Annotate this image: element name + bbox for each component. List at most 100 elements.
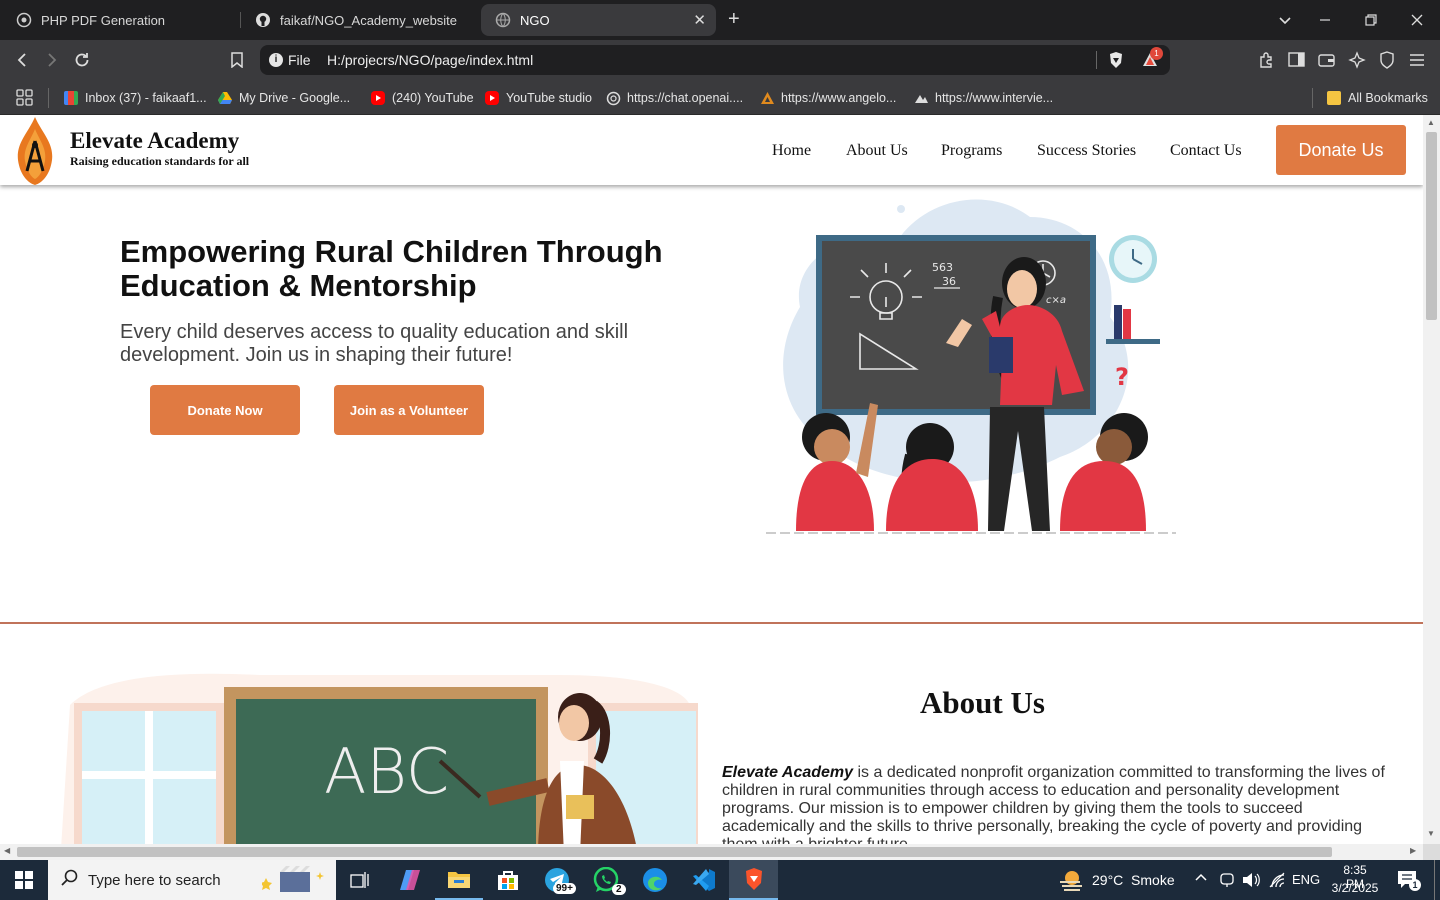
file-explorer-icon[interactable]	[435, 860, 483, 900]
scroll-right-icon[interactable]: ▶	[1410, 846, 1416, 855]
tab-ngo[interactable]: NGO ✕	[481, 4, 716, 36]
bookmark-openai[interactable]: https://chat.openai....	[606, 88, 743, 108]
search-placeholder: Type here to search	[88, 871, 221, 889]
drive-icon	[218, 91, 232, 105]
bookmark-gmail[interactable]: Inbox (37) - faikaaf1...	[64, 88, 207, 108]
weather-text[interactable]: 29°C Smoke	[1092, 872, 1175, 888]
volume-icon[interactable]	[1242, 871, 1260, 894]
clock-date[interactable]: 3/2/2025	[1330, 881, 1380, 895]
vpn-icon[interactable]	[1375, 48, 1399, 72]
whatsapp-badge: 2	[612, 884, 626, 895]
brand-tagline: Raising education standards for all	[70, 154, 250, 168]
vscode-icon[interactable]	[680, 860, 728, 900]
board-formula: c×a	[1046, 295, 1066, 306]
bookmark-interview[interactable]: https://www.intervie...	[914, 88, 1053, 108]
gmail-icon	[64, 91, 78, 105]
extensions-icon[interactable]	[1255, 48, 1279, 72]
reload-icon[interactable]	[70, 48, 94, 72]
scroll-up-icon[interactable]: ▲	[1427, 118, 1435, 127]
webpage-viewport: Elevate Academy Raising education standa…	[0, 115, 1423, 844]
show-desktop-strip[interactable]	[1434, 860, 1435, 900]
nav-about-us[interactable]: About Us	[846, 142, 908, 160]
taskbar-search-box[interactable]: Type here to search	[48, 860, 336, 900]
restore-icon[interactable]	[1348, 0, 1394, 40]
all-bookmarks-folder[interactable]: All Bookmarks	[1327, 88, 1428, 108]
nav-success-stories[interactable]: Success Stories	[1037, 142, 1136, 160]
tray-chevron-icon[interactable]	[1194, 870, 1208, 889]
windows-taskbar: Type here to search 99+ 2 29°C Smoke ENG…	[0, 860, 1440, 900]
scroll-down-icon[interactable]: ▼	[1427, 829, 1435, 838]
task-view-icon[interactable]	[336, 860, 384, 900]
scrollbar-corner	[1423, 844, 1440, 860]
apps-grid-icon[interactable]	[16, 88, 34, 108]
leo-ai-icon[interactable]	[1345, 48, 1369, 72]
wallet-icon[interactable]	[1315, 48, 1339, 72]
academy-logo[interactable]	[14, 115, 56, 190]
youtube-icon	[371, 91, 385, 105]
donate-us-button[interactable]: Donate Us	[1276, 125, 1406, 175]
copilot-icon[interactable]	[386, 860, 434, 900]
edge-icon[interactable]	[631, 860, 679, 900]
vertical-scroll-thumb[interactable]	[1426, 132, 1437, 320]
site-header: Elevate Academy Raising education standa…	[0, 115, 1423, 185]
weather-icon[interactable]	[1058, 868, 1086, 897]
scheme-label: File	[288, 52, 311, 68]
brave-taskbar-icon[interactable]	[729, 860, 778, 900]
board-number-top: 563	[932, 261, 953, 274]
horizontal-scrollbar[interactable]: ◀ ▶	[0, 844, 1423, 860]
angelo-icon	[760, 91, 774, 105]
about-org-name: Elevate Academy	[722, 764, 854, 781]
network-icon[interactable]	[1268, 871, 1286, 894]
close-window-icon[interactable]	[1394, 0, 1440, 40]
forward-icon[interactable]	[40, 48, 64, 72]
donate-now-button[interactable]: Donate Now	[150, 385, 300, 435]
bookmark-angelo[interactable]: https://www.angelo...	[760, 88, 896, 108]
telegram-icon[interactable]: 99+	[533, 860, 581, 900]
vertical-scrollbar[interactable]: ▲ ▼	[1423, 115, 1440, 844]
nav-home[interactable]: Home	[772, 142, 811, 160]
tab-github[interactable]: faikaf/NGO_Academy_website	[241, 4, 477, 36]
whatsapp-icon[interactable]: 2	[582, 860, 630, 900]
tab-title: NGO	[520, 12, 550, 28]
github-icon	[255, 12, 271, 28]
bookmark-drive[interactable]: My Drive - Google...	[218, 88, 350, 108]
bookmark-youtube-studio[interactable]: YouTube studio	[485, 88, 592, 108]
address-bar[interactable]: i File H:/projecrs/NGO/page/index.html 1	[260, 45, 1170, 75]
question-mark-doodle: ?	[1115, 363, 1129, 391]
tab-title: PHP PDF Generation	[41, 12, 166, 28]
sidebar-icon[interactable]	[1285, 48, 1309, 72]
nav-programs[interactable]: Programs	[941, 142, 1002, 160]
telegram-badge: 99+	[553, 883, 576, 894]
globe-icon	[16, 12, 32, 28]
scroll-left-icon[interactable]: ◀	[4, 846, 10, 855]
horizontal-scroll-thumb[interactable]	[17, 847, 1332, 857]
about-paragraph: Elevate Academy is a dedicated nonprofit…	[722, 764, 1385, 844]
youtube-icon	[485, 91, 499, 105]
bookmark-icon[interactable]	[225, 48, 249, 72]
join-volunteer-button[interactable]: Join as a Volunteer	[334, 385, 484, 435]
notification-center-icon[interactable]: 1	[1397, 870, 1421, 895]
minimize-icon[interactable]	[1302, 0, 1348, 40]
search-highlight-icon	[260, 866, 328, 899]
notification-count: 1	[1409, 879, 1421, 891]
rewards-badge: 1	[1150, 47, 1163, 60]
abc-board-text: ABC	[324, 735, 449, 808]
close-tab-icon[interactable]: ✕	[693, 11, 706, 29]
info-icon[interactable]: i	[269, 53, 283, 67]
new-tab-icon[interactable]: +	[728, 8, 740, 31]
brave-shield-icon[interactable]	[1108, 51, 1124, 72]
bookmarks-bar: Inbox (37) - faikaaf1... My Drive - Goog…	[0, 80, 1440, 115]
url-text[interactable]: H:/projecrs/NGO/page/index.html	[327, 52, 533, 68]
meet-now-icon[interactable]	[1219, 871, 1235, 894]
language-indicator[interactable]: ENG	[1292, 872, 1320, 887]
section-divider	[0, 622, 1423, 624]
windows-start-icon[interactable]	[0, 860, 48, 900]
nav-contact-us[interactable]: Contact Us	[1170, 142, 1242, 160]
microsoft-store-icon[interactable]	[484, 860, 532, 900]
brand-name: Elevate Academy	[70, 128, 240, 153]
bookmark-youtube[interactable]: (240) YouTube	[371, 88, 474, 108]
teacher-classroom-illustration: 563 36 c×a ?	[760, 197, 1180, 537]
menu-icon[interactable]	[1405, 48, 1429, 72]
tab-php-pdf[interactable]: PHP PDF Generation	[2, 4, 238, 36]
back-icon[interactable]	[10, 48, 34, 72]
